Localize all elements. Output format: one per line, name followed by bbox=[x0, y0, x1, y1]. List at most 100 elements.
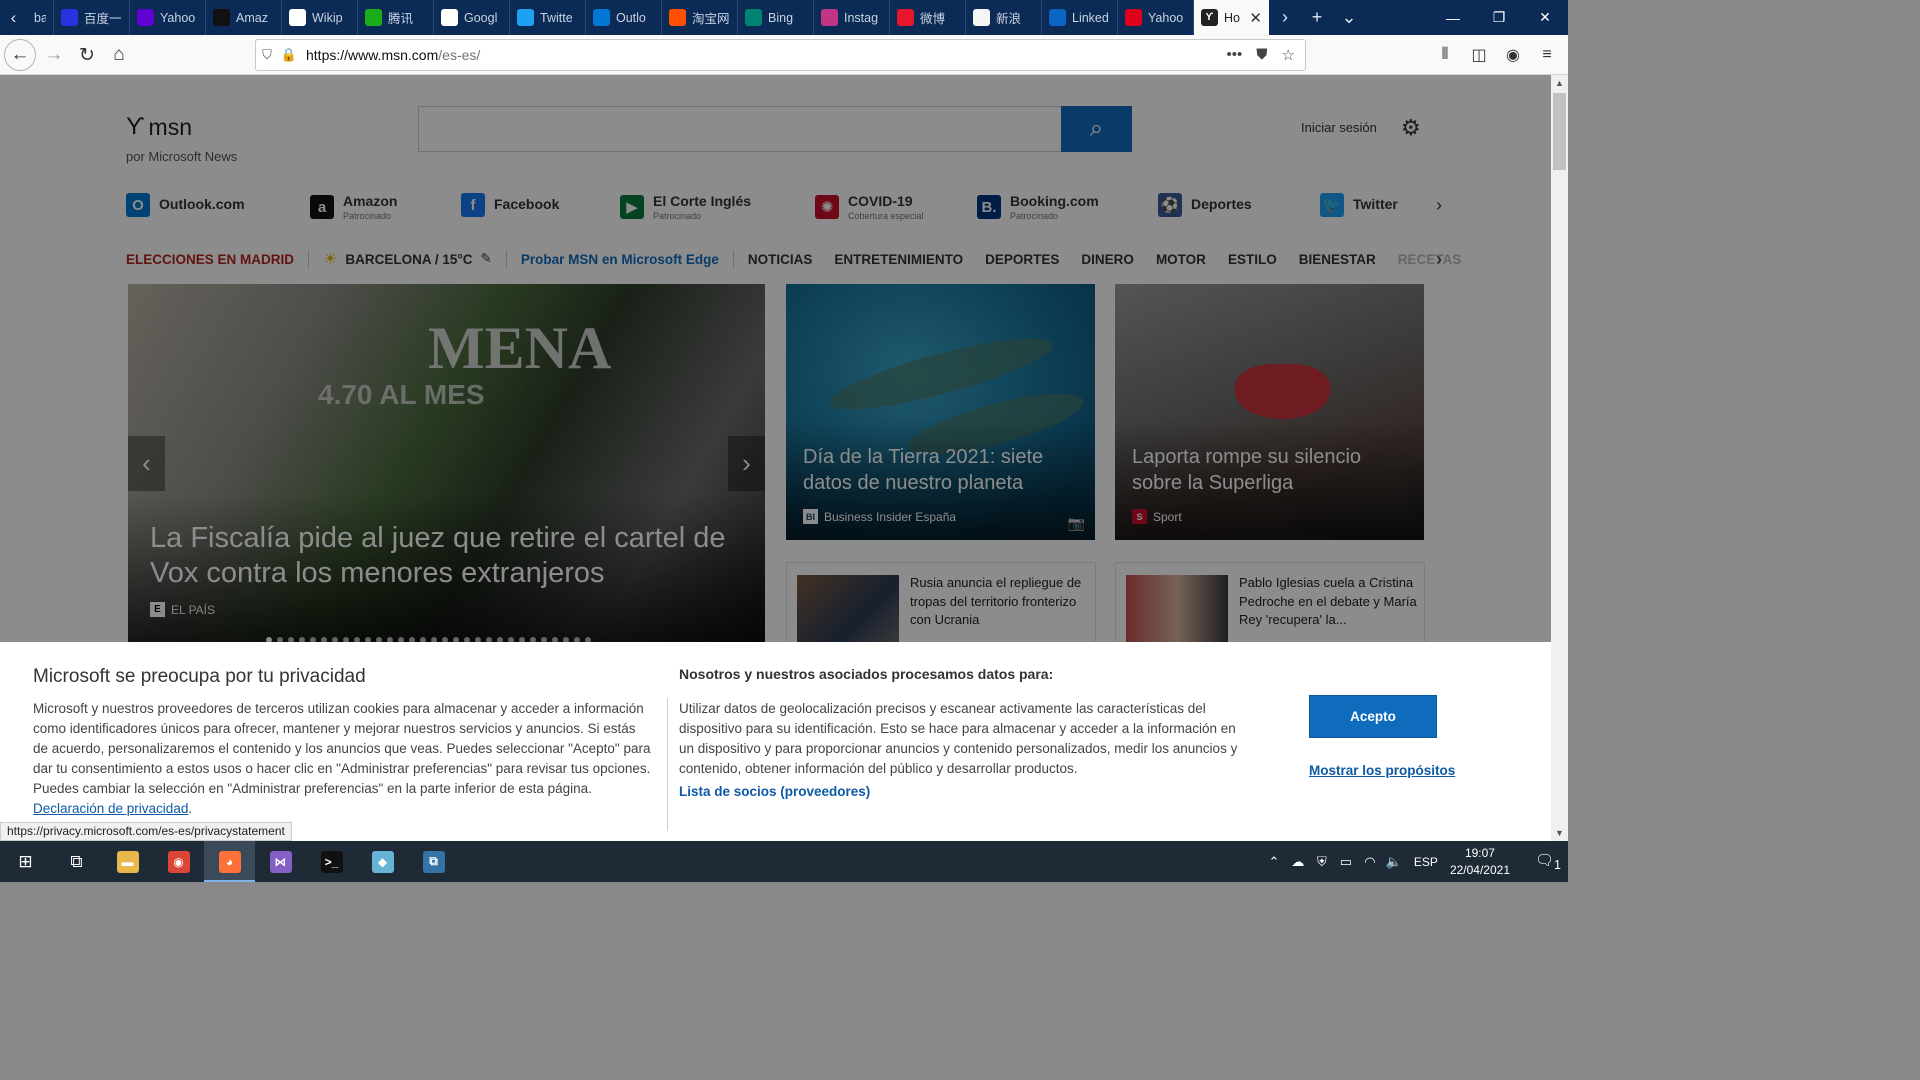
taskbar-file-explorer[interactable]: ▬ bbox=[102, 841, 153, 882]
data-processing-body: Utilizar datos de geolocalización precis… bbox=[679, 701, 1238, 776]
page-scrollbar[interactable]: ▲ ▼ bbox=[1551, 75, 1568, 841]
taskbar-app-blue[interactable]: ◆ bbox=[357, 841, 408, 882]
tab-bing[interactable]: Bing bbox=[738, 0, 814, 35]
pocket-icon[interactable]: ⛊ bbox=[1256, 46, 1267, 64]
taskbar-firefox[interactable]: ◕ bbox=[204, 841, 255, 882]
notifications-icon[interactable]: 🗨1 bbox=[1528, 851, 1568, 872]
tab-weibo[interactable]: 微博 bbox=[890, 0, 966, 35]
taskbar-python-app[interactable]: ⧉ bbox=[408, 841, 459, 882]
tab-baidu[interactable]: ba bbox=[27, 0, 54, 35]
accept-button[interactable]: Acepto bbox=[1309, 695, 1437, 738]
battery-icon[interactable]: ▭ bbox=[1334, 854, 1358, 870]
scroll-tabs-right-icon[interactable]: › bbox=[1269, 7, 1301, 28]
firefox-icon: ◕ bbox=[218, 850, 241, 873]
tab-yahoo-red[interactable]: Yahoo bbox=[1118, 0, 1194, 35]
instagram-icon bbox=[821, 9, 838, 26]
menu-hamburger-icon[interactable]: ≡ bbox=[1534, 39, 1560, 71]
wikipedia-icon bbox=[289, 9, 306, 26]
divider bbox=[667, 698, 668, 831]
taskbar-terminal[interactable]: >_ bbox=[306, 841, 357, 882]
tab-baidu-paw[interactable]: 百度一 bbox=[54, 0, 130, 35]
modal-overlay bbox=[0, 75, 1551, 642]
taskbar-visual-studio[interactable]: ⋈ bbox=[255, 841, 306, 882]
weibo-icon bbox=[897, 9, 914, 26]
app-blue-icon: ◆ bbox=[371, 850, 394, 873]
privacy-statement-link[interactable]: Declaración de privacidad bbox=[33, 801, 188, 816]
tab-taobao[interactable]: 淘宝网 bbox=[662, 0, 738, 35]
tracking-protection-shield-icon[interactable]: ⛉ bbox=[256, 47, 278, 63]
tab-google[interactable]: Googl bbox=[434, 0, 510, 35]
visual-studio-icon: ⋈ bbox=[269, 850, 292, 873]
tab-instagram[interactable]: Instag bbox=[814, 0, 890, 35]
google-icon bbox=[441, 9, 458, 26]
list-all-tabs-icon[interactable]: ⌄ bbox=[1333, 7, 1365, 28]
linkedin-icon bbox=[1049, 9, 1066, 26]
scroll-down-icon[interactable]: ▼ bbox=[1551, 828, 1568, 838]
yahoo-red-icon bbox=[1125, 9, 1142, 26]
address-bar[interactable]: ⛉ 🔒 https://www.msn.com/es-es/ ••• ⛊ ☆ bbox=[255, 39, 1306, 71]
wifi-icon[interactable]: ◠ bbox=[1358, 854, 1382, 870]
tencent-icon bbox=[365, 9, 382, 26]
minimize-icon[interactable]: — bbox=[1430, 0, 1476, 35]
volume-icon[interactable]: 🔈 bbox=[1382, 854, 1406, 870]
tab-active-msn[interactable]: ϒ Ho ✕ bbox=[1194, 0, 1269, 35]
restore-icon[interactable]: ❐ bbox=[1476, 0, 1522, 35]
account-icon[interactable]: ◉ bbox=[1500, 39, 1526, 71]
chrome-icon: ◉ bbox=[167, 850, 190, 873]
amazon-icon bbox=[213, 9, 230, 26]
twitter-icon bbox=[517, 9, 534, 26]
taskbar-chrome[interactable]: ◉ bbox=[153, 841, 204, 882]
bookmark-star-icon[interactable]: ☆ bbox=[1282, 46, 1295, 64]
task-view-button[interactable]: ⧉ bbox=[51, 841, 102, 882]
tab-tencent[interactable]: 腾讯 bbox=[358, 0, 434, 35]
baidu-paw-icon bbox=[61, 9, 78, 26]
windows-logo-icon: ⊞ bbox=[18, 851, 33, 871]
onedrive-cloud-icon[interactable]: ☁ bbox=[1286, 854, 1310, 870]
status-bar-url: https://privacy.microsoft.com/es-es/priv… bbox=[0, 822, 292, 841]
terminal-icon: >_ bbox=[320, 850, 343, 873]
clock[interactable]: 19:07 22/04/2021 bbox=[1450, 845, 1510, 879]
navigation-toolbar: ← → ↻ ⌂ ⛉ 🔒 https://www.msn.com/es-es/ •… bbox=[0, 35, 1568, 75]
url-text: https://www.msn.com/es-es/ bbox=[306, 47, 481, 63]
close-tab-icon[interactable]: ✕ bbox=[1249, 9, 1262, 27]
sina-icon bbox=[973, 9, 990, 26]
tab-wikipedia[interactable]: Wikip bbox=[282, 0, 358, 35]
input-language[interactable]: ESP bbox=[1414, 855, 1438, 869]
msn-icon: ϒ bbox=[1201, 9, 1218, 26]
task-view-icon: ⧉ bbox=[70, 851, 83, 871]
security-icon[interactable]: ⛨ bbox=[1310, 854, 1334, 870]
privacy-title: Microsoft se preocupa por tu privacidad bbox=[33, 666, 366, 687]
system-tray: ⌃ ☁ ⛨ ▭ ◠ 🔈 ESP 19:07 22/04/2021 🗨1 bbox=[1262, 841, 1568, 882]
show-purposes-link[interactable]: Mostrar los propósitos bbox=[1309, 763, 1455, 778]
outlook-icon bbox=[593, 9, 610, 26]
back-button[interactable]: ← bbox=[4, 39, 36, 71]
file-explorer-icon: ▬ bbox=[116, 850, 139, 873]
tab-sina[interactable]: 新浪 bbox=[966, 0, 1042, 35]
scroll-up-icon[interactable]: ▲ bbox=[1551, 78, 1568, 88]
lock-icon[interactable]: 🔒 bbox=[278, 47, 300, 63]
page-actions-icon[interactable]: ••• bbox=[1227, 46, 1243, 64]
forward-button[interactable]: → bbox=[38, 39, 70, 71]
tab-twitter[interactable]: Twitte bbox=[510, 0, 586, 35]
library-icon[interactable]: ⫴ bbox=[1432, 39, 1458, 71]
tab-outlook[interactable]: Outlo bbox=[586, 0, 662, 35]
new-tab-icon[interactable]: + bbox=[1301, 7, 1333, 28]
close-window-icon[interactable]: ✕ bbox=[1522, 0, 1568, 35]
sidebar-icon[interactable]: ◫ bbox=[1466, 39, 1492, 71]
tab-amazon[interactable]: Amaz bbox=[206, 0, 282, 35]
windows-taskbar: ⊞ ⧉ ▬ ◉ ◕ ⋈ >_ ◆ ⧉ ⌃ ☁ ⛨ ▭ ◠ 🔈 ESP 19:07 22/04… bbox=[0, 841, 1568, 882]
partners-list-link[interactable]: Lista de socios (proveedores) bbox=[679, 784, 870, 799]
tab-yahoo[interactable]: Yahoo bbox=[130, 0, 206, 35]
reload-button[interactable]: ↻ bbox=[71, 39, 103, 71]
yahoo-icon bbox=[137, 9, 154, 26]
start-button[interactable]: ⊞ bbox=[0, 841, 51, 882]
home-button[interactable]: ⌂ bbox=[103, 39, 135, 71]
scroll-tabs-left-icon[interactable]: ‹ bbox=[0, 0, 27, 35]
taobao-icon bbox=[669, 9, 686, 26]
data-processing-title: Nosotros y nuestros asociados procesamos… bbox=[679, 666, 1054, 682]
python-app-icon: ⧉ bbox=[422, 850, 445, 873]
scrollbar-thumb[interactable] bbox=[1553, 93, 1566, 170]
show-hidden-icons-icon[interactable]: ⌃ bbox=[1262, 854, 1286, 870]
tab-linkedin[interactable]: Linked bbox=[1042, 0, 1118, 35]
bing-icon bbox=[745, 9, 762, 26]
